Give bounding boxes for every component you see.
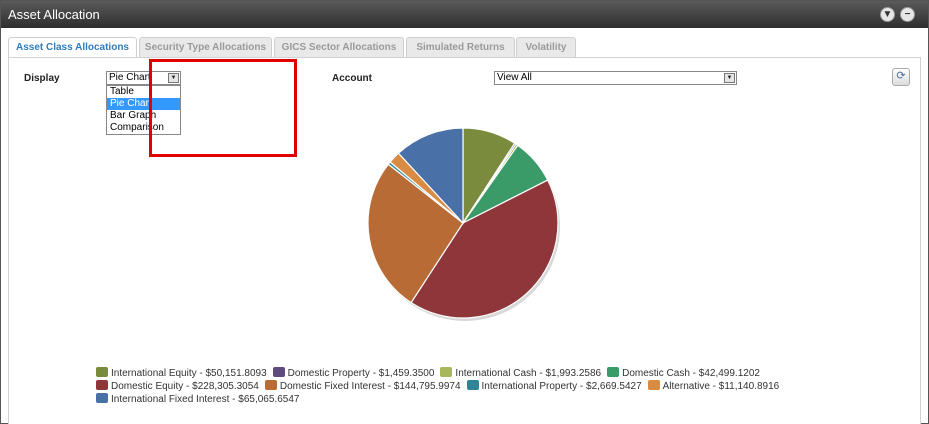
display-selected-value: Pie Chart — [109, 72, 151, 83]
legend-item: International Fixed Interest - $65,065.6… — [96, 393, 299, 406]
legend-item: Domestic Cash - $42,499.1202 — [607, 367, 760, 380]
legend-item: Domestic Fixed Interest - $144,795.9974 — [264, 380, 461, 393]
tab-volatility[interactable]: Volatility — [516, 37, 576, 57]
legend-item: Alternative - $11,140.8916 — [647, 380, 780, 393]
legend-swatch — [272, 367, 285, 377]
legend-item: Domestic Equity - $228,305.3054 — [96, 380, 259, 393]
legend-swatch — [647, 380, 660, 390]
tab-simulated-returns[interactable]: Simulated Returns — [406, 37, 515, 57]
account-select[interactable]: View All ▼ — [494, 71, 737, 85]
asset-allocation-pie-chart — [367, 127, 560, 321]
window-title: Asset Allocation — [8, 7, 100, 22]
legend-swatch — [440, 367, 453, 377]
chevron-down-icon[interactable]: ▼ — [880, 7, 895, 22]
account-label: Account — [332, 73, 372, 84]
tab-security-type-allocations[interactable]: Security Type Allocations — [139, 37, 272, 57]
highlight-box — [149, 59, 297, 157]
chart-legend: International Equity - $50,151.8093 Domes… — [96, 367, 856, 406]
legend-label: International Cash - $1,993.2586 — [455, 368, 602, 379]
legend-swatch — [466, 380, 479, 390]
legend-label: Domestic Equity - $228,305.3054 — [111, 381, 259, 392]
tab-gics-sector-allocations[interactable]: GICS Sector Allocations — [274, 37, 404, 57]
legend-swatch — [264, 380, 277, 390]
legend-swatch — [96, 393, 108, 403]
legend-swatch — [96, 367, 108, 377]
display-label: Display — [24, 73, 60, 84]
legend-item: International Equity - $50,151.8093 — [96, 367, 267, 380]
legend-label: Domestic Property - $1,459.3500 — [287, 368, 435, 379]
minus-icon[interactable]: − — [900, 7, 915, 22]
legend-swatch — [607, 367, 620, 377]
asset-allocation-window: Asset Allocation ▼ − Asset Class Allocat… — [0, 0, 929, 424]
legend-label: International Fixed Interest - $65,065.6… — [111, 394, 300, 405]
dropdown-arrow-icon[interactable]: ▼ — [724, 73, 735, 83]
legend-label: International Equity - $50,151.8093 — [111, 368, 267, 379]
legend-label: International Property - $2,669.5427 — [481, 381, 642, 392]
window-titlebar: Asset Allocation ▼ − — [1, 1, 928, 28]
legend-swatch — [96, 380, 108, 390]
legend-item: International Property - $2,669.5427 — [466, 380, 642, 393]
legend-label: Domestic Fixed Interest - $144,795.9974 — [279, 381, 461, 392]
legend-item: Domestic Property - $1,459.3500 — [272, 367, 435, 380]
account-selected-value: View All — [497, 72, 532, 83]
legend-item: International Cash - $1,993.2586 — [440, 367, 601, 380]
tab-asset-class-allocations[interactable]: Asset Class Allocations — [8, 37, 137, 58]
legend-label: Domestic Cash - $42,499.1202 — [622, 368, 760, 379]
legend-label: Alternative - $11,140.8916 — [662, 381, 780, 392]
refresh-icon[interactable]: ⟳ — [892, 68, 910, 86]
